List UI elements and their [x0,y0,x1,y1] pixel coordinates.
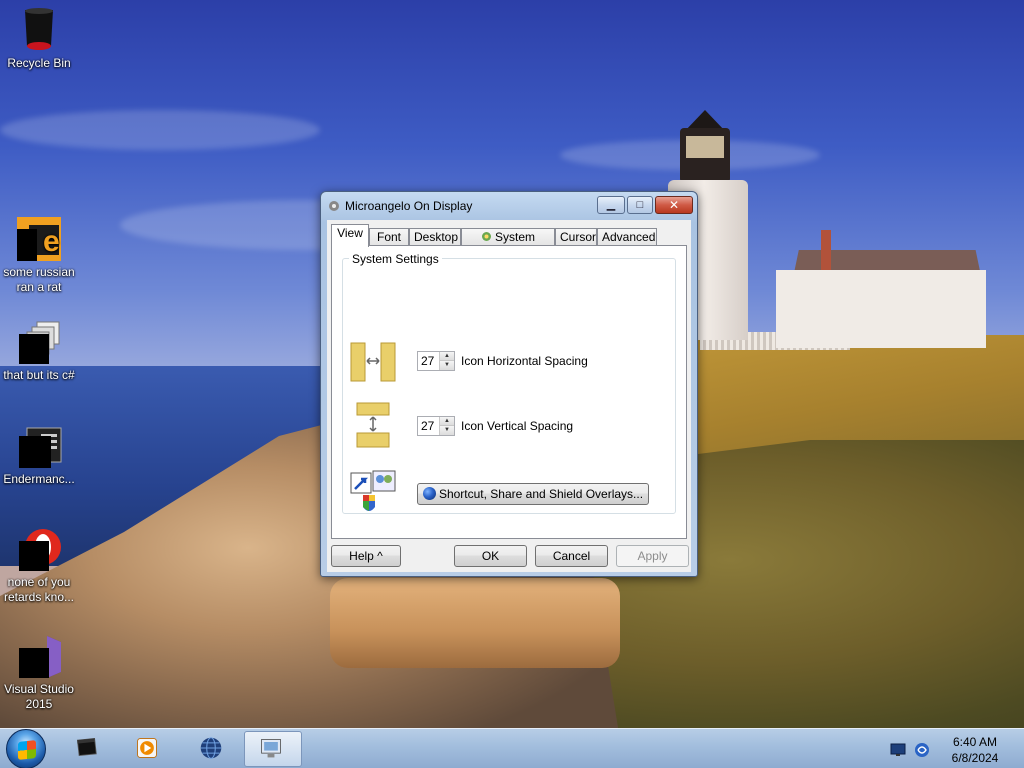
network-icon[interactable] [914,742,930,758]
microangelo-dialog: Microangelo On Display ▁ □ ✕ View Font D… [320,191,698,577]
windows-logo-icon [18,740,36,760]
vertical-spacing-value: 27 [421,419,435,433]
desktop-icon-label: none of you retards kno... [3,575,75,604]
clock[interactable]: 6:40 AM 6/8/2024 [940,734,1010,766]
taskbar-button-media-player[interactable] [120,731,178,767]
media-player-icon [137,738,157,758]
taskbar-button-terminal[interactable] [60,731,118,767]
taskbar: 6:40 AM 6/8/2024 [0,728,1024,768]
horizontal-spacing-stepper[interactable]: 27 ▲ ▼ [417,351,455,371]
taskbar-button-browser[interactable] [184,731,242,767]
close-icon: ✕ [668,198,680,212]
tab-view[interactable]: View [331,224,369,247]
view-tab-panel: System Settings 27 ▲ ▼ Icon Horizontal S… [331,245,687,539]
desktop-icon-some-russian[interactable]: e some russian ran a rat [1,215,77,295]
svg-text:e: e [43,225,60,258]
minimize-button[interactable]: ▁ [597,196,625,214]
spin-up-button[interactable]: ▲ [440,417,454,426]
horizontal-spacing-value: 27 [421,354,435,368]
horizontal-spacing-icon [349,337,397,385]
system-icons-icon [481,232,491,241]
desktop-icon-endermanch[interactable]: Endermanc... [1,422,77,487]
clock-date: 6/8/2024 [951,751,999,765]
clock-time: 6:40 AM [952,735,998,749]
desktop-icon-label: Visual Studio 2015 [4,682,74,711]
overlays-icon [349,469,397,517]
desktop-icon-recycle-bin[interactable]: Recycle Bin [1,6,77,71]
display-settings-icon [261,739,281,758]
desktop-icon-label: that but its c# [3,368,75,382]
vertical-spacing-stepper[interactable]: 27 ▲ ▼ [417,416,455,436]
start-button[interactable] [6,729,46,768]
terminal-icon [76,737,97,757]
spin-down-button[interactable]: ▼ [440,426,454,435]
maximize-button[interactable]: □ [627,196,653,214]
opera-icon [15,525,63,573]
taskbar-button-display-settings[interactable] [244,731,302,767]
tab-strip: View Font Desktop System Icons Cursor Ad… [329,224,689,260]
vertical-spacing-label: Icon Vertical Spacing [461,419,574,433]
visual-studio-icon [15,632,63,680]
apply-button[interactable]: Apply [616,545,689,567]
cancel-button[interactable]: Cancel [535,545,608,567]
desktop-icon-label: some russian ran a rat [3,265,75,294]
application-icon [15,422,63,470]
desktop-icon-visual-studio[interactable]: Visual Studio 2015 [1,632,77,712]
image-file-icon: e [15,215,63,263]
monitor-icon[interactable] [890,742,906,758]
tab-advanced[interactable]: Advanced [597,228,657,246]
minimize-icon: ▁ [606,199,616,211]
window-title: Microangelo On Display [345,199,473,213]
horizontal-spacing-label: Icon Horizontal Spacing [461,354,588,368]
group-label: System Settings [349,252,442,266]
tab-desktop[interactable]: Desktop [409,228,461,246]
vertical-spacing-icon [349,401,397,449]
close-button[interactable]: ✕ [655,196,693,214]
copy-files-icon [15,318,63,366]
maximize-icon: □ [636,199,644,211]
globe-icon [200,737,222,759]
desktop-icon-that-but-its-csharp[interactable]: that but its c# [1,318,77,383]
system-tray: 6:40 AM 6/8/2024 [880,731,1024,767]
desktop-icon-none-of-you[interactable]: none of you retards kno... [1,525,77,605]
recycle-bin-icon [15,6,63,54]
tab-cursor[interactable]: Cursor [555,228,597,246]
globe-icon [422,487,436,500]
dialog-client: View Font Desktop System Icons Cursor Ad… [327,220,691,572]
ok-button[interactable]: OK [454,545,527,567]
desktop-icon-label: Endermanc... [3,472,75,486]
tab-system-icons[interactable]: System Icons [461,228,555,260]
tab-font[interactable]: Font [369,228,409,246]
desktop-icon-label: Recycle Bin [7,56,71,70]
app-icon [327,199,341,213]
system-settings-group: System Settings 27 ▲ ▼ Icon Horizontal S… [342,252,676,517]
overlays-button[interactable]: Shortcut, Share and Shield Overlays... [417,483,649,505]
help-button[interactable]: Help ^ [331,545,401,567]
spin-up-button[interactable]: ▲ [440,352,454,361]
title-bar[interactable]: Microangelo On Display ▁ □ ✕ [321,192,697,220]
spin-down-button[interactable]: ▼ [440,361,454,370]
